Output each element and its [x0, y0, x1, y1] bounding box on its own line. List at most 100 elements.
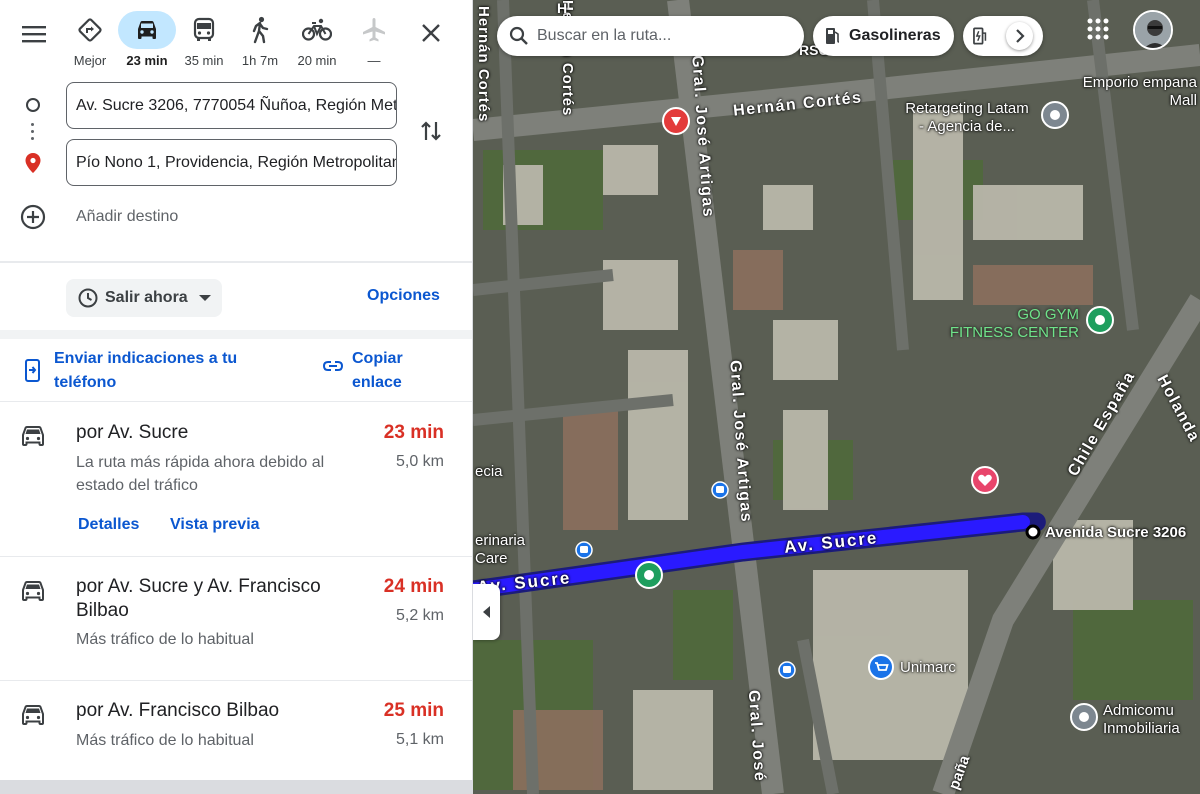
collapse-panel-button[interactable] — [473, 584, 500, 640]
search-along-route-input[interactable]: Buscar en la ruta... — [497, 16, 804, 56]
poi-label: Retargeting Latam - Agencia de... — [905, 100, 1029, 135]
route-details-button[interactable]: Detalles — [78, 516, 139, 534]
add-destination-label: Añadir destino — [76, 208, 179, 225]
send-to-phone-link[interactable]: Enviar indicaciones a tu teléfono — [54, 347, 284, 395]
chevron-right-icon — [1015, 29, 1025, 43]
more-categories-chip[interactable] — [963, 16, 1043, 56]
place-pin-icon[interactable] — [1040, 100, 1070, 134]
car-icon — [22, 426, 44, 446]
place-pin-icon[interactable] — [634, 560, 664, 592]
poi-label: Admicomu Inmobiliaria — [1103, 702, 1180, 737]
menu-button[interactable] — [20, 20, 48, 48]
ev-charger-icon — [973, 27, 987, 45]
origin-text: Av. Sucre 3206, 7770054 Ñuñoa, Región Me… — [76, 96, 397, 114]
street-label: Hernán Cortés — [475, 6, 492, 123]
route-distance: 5,0 km — [395, 453, 444, 470]
clock-icon — [78, 288, 98, 308]
share-row: Enviar indicaciones a tu teléfono Copiar… — [0, 345, 472, 400]
app-root: Mejor 23 min 35 min 1h 7m 20 min — Av. S… — [0, 0, 1200, 794]
menu-icon — [22, 26, 46, 43]
mode-walk[interactable]: 1h 7m — [231, 11, 289, 68]
destination-input[interactable]: Pío Nono 1, Providencia, Región Metropol… — [66, 139, 397, 186]
restaurant-pin-icon[interactable] — [661, 106, 691, 138]
mode-car[interactable]: 23 min — [118, 11, 176, 68]
mode-transit[interactable]: 35 min — [175, 11, 233, 68]
link-icon — [322, 361, 344, 371]
route-preview-button[interactable]: Vista previa — [170, 516, 260, 534]
mode-walk-label: 1h 7m — [241, 53, 279, 68]
depart-row: Salir ahora Opciones — [0, 279, 472, 317]
mode-transit-label: 35 min — [184, 53, 224, 68]
avatar[interactable] — [1133, 10, 1173, 50]
car-icon — [22, 705, 44, 725]
poi-label: Emporio empana Mall — [1082, 74, 1197, 109]
divider — [0, 261, 472, 263]
satellite-imagery — [473, 0, 1200, 794]
swap-vertical-icon — [421, 121, 441, 141]
swap-button[interactable] — [418, 118, 444, 144]
route-name: por Av. Francisco Bilbao — [76, 700, 280, 721]
route-time: 25 min — [383, 700, 444, 721]
bus-stop-icon[interactable] — [711, 481, 729, 499]
origin-input[interactable]: Av. Sucre 3206, 7770054 Ñuñoa, Región Me… — [66, 82, 397, 129]
mode-best[interactable]: Mejor — [61, 11, 119, 68]
depart-time-label: Salir ahora — [105, 289, 188, 306]
travel-mode-bar: Mejor 23 min 35 min 1h 7m 20 min — — [0, 8, 472, 72]
depart-time-dropdown[interactable]: Salir ahora — [66, 279, 222, 317]
gas-stations-label: Gasolineras — [849, 27, 941, 44]
poi-label: GO GYM FITNESS CENTER — [949, 306, 1079, 341]
bottom-divider — [0, 780, 472, 794]
scroll-right-button[interactable] — [1006, 22, 1033, 50]
send-to-phone-icon — [25, 359, 40, 382]
car-icon — [138, 21, 156, 39]
route-description: La ruta más rápida ahora debido al estad… — [76, 454, 325, 494]
satellite-map[interactable]: Hernán Cortés Hernán Cortés Hernán Corté… — [473, 0, 1200, 794]
add-destination-button[interactable]: Añadir destino — [20, 204, 178, 230]
shopping-cart-pin-icon[interactable] — [868, 654, 894, 682]
route-option-2[interactable]: por Av. Sucre y Av. Francisco Bilbao Más… — [0, 556, 472, 680]
options-button[interactable]: Opciones — [367, 287, 440, 305]
route-name: por Av. Sucre y Av. Francisco Bilbao — [76, 576, 321, 621]
mode-bike[interactable]: 20 min — [288, 11, 346, 68]
bus-stop-icon[interactable] — [575, 541, 593, 559]
destination-text: Pío Nono 1, Providencia, Región Metropol… — [76, 153, 397, 171]
bicycle-icon — [302, 18, 332, 41]
destination-label: Avenida Sucre 3206 — [1045, 524, 1187, 541]
car-icon — [22, 581, 44, 601]
caret-down-icon — [198, 295, 211, 301]
mode-best-label: Mejor — [73, 53, 107, 68]
place-pin-icon[interactable] — [1069, 702, 1099, 736]
waypoint-connector-dots — [31, 123, 35, 144]
route-option-1[interactable]: por Av. Sucre La ruta más rápida ahora d… — [0, 401, 472, 556]
route-time: 24 min — [383, 576, 444, 597]
directions-panel: Mejor 23 min 35 min 1h 7m 20 min — Av. S… — [0, 0, 473, 794]
bus-stop-icon[interactable] — [778, 661, 796, 679]
search-icon — [509, 26, 528, 45]
copy-link-button[interactable]: Copiar enlace — [352, 347, 442, 395]
apps-grid-icon[interactable] — [1085, 16, 1111, 42]
mode-flight-label: — — [367, 53, 381, 68]
heart-pin-icon[interactable] — [970, 465, 1000, 495]
gym-pin-icon[interactable] — [1085, 305, 1115, 339]
mode-car-label: 23 min — [126, 53, 168, 68]
gas-stations-chip[interactable]: Gasolineras — [813, 16, 954, 56]
search-placeholder: Buscar en la ruta... — [537, 27, 672, 44]
mode-flight[interactable]: — — [345, 11, 403, 68]
mode-bike-label: 20 min — [297, 53, 337, 68]
directions-diamond-icon — [78, 18, 102, 42]
close-icon — [422, 24, 440, 42]
bus-icon — [193, 17, 215, 41]
route-description: Más tráfico de lo habitual — [76, 732, 254, 749]
close-directions-button[interactable] — [416, 18, 446, 48]
poi-label: Unimarc — [900, 659, 956, 676]
route-option-3[interactable]: por Av. Francisco Bilbao Más tráfico de … — [0, 680, 472, 780]
route-distance: 5,1 km — [395, 731, 444, 748]
gas-station-icon — [826, 28, 840, 44]
section-divider — [0, 330, 472, 339]
chevron-left-icon — [482, 606, 490, 618]
route-name: por Av. Sucre — [76, 422, 189, 443]
airplane-icon — [363, 18, 385, 42]
route-distance: 5,2 km — [395, 607, 444, 624]
route-time: 23 min — [383, 422, 444, 443]
route-description: Más tráfico de lo habitual — [76, 631, 254, 648]
